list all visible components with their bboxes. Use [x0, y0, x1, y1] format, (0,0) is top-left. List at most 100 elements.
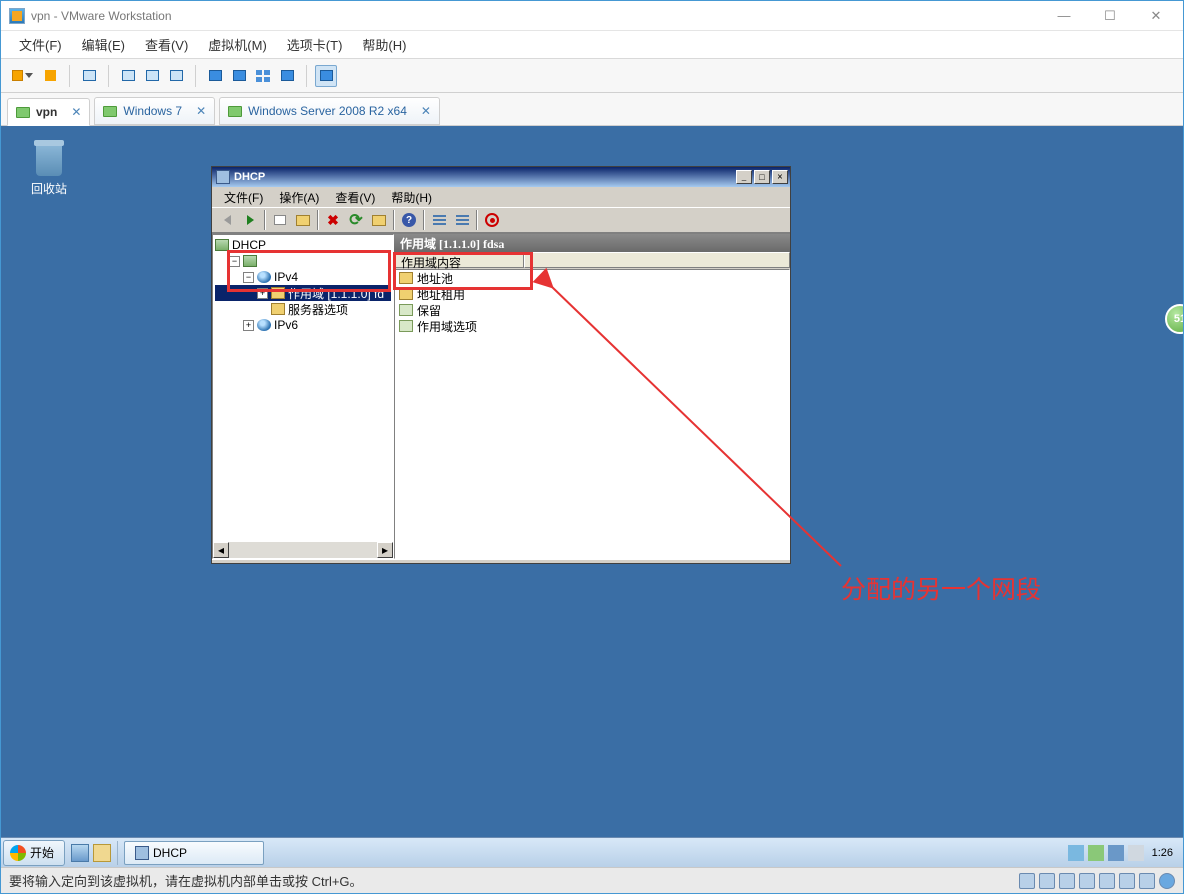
tab-vpn[interactable]: vpn ✕ [7, 98, 90, 126]
detail-button[interactable] [451, 209, 473, 231]
show-desktop-icon[interactable] [71, 844, 89, 862]
status-device-icons [1019, 873, 1175, 889]
start-button[interactable]: 开始 [3, 840, 65, 866]
list-body[interactable]: 地址池 地址租用 保留 作用域选项 [394, 269, 790, 559]
tree-ipv6[interactable]: + IPv6 [215, 317, 391, 333]
snapshot-button[interactable] [78, 65, 100, 87]
maximize-button[interactable]: □ [754, 170, 770, 184]
item-label: 地址租用 [417, 286, 465, 303]
help-button[interactable]: ? [398, 209, 420, 231]
dhcp-menubar: 文件(F) 操作(A) 查看(V) 帮助(H) [212, 187, 790, 207]
up-button[interactable] [269, 209, 291, 231]
vmware-toolbar [1, 59, 1183, 93]
scroll-right-icon[interactable]: ▸ [377, 542, 393, 558]
explorer-icon[interactable] [93, 844, 111, 862]
tray-network2-icon[interactable] [1108, 845, 1124, 861]
list-button[interactable] [428, 209, 450, 231]
item-label: 作用域选项 [417, 318, 477, 335]
edge-badge[interactable]: 51 [1165, 304, 1183, 334]
properties-button[interactable] [292, 209, 314, 231]
tab-label: vpn [36, 105, 57, 119]
guest-desktop[interactable]: 回收站 DHCP _ □ × 文件(F) 操作(A) 查看(V) 帮助(H) [1, 126, 1183, 867]
tree-h-scrollbar[interactable]: ◂ ▸ [213, 542, 393, 558]
menu-file[interactable]: 文件(F) [216, 187, 271, 208]
tab-winserver2008[interactable]: Windows Server 2008 R2 x64 ✕ [219, 97, 440, 125]
stretch-button[interactable] [315, 65, 337, 87]
tree-server[interactable]: − [215, 253, 391, 269]
snapshot-manager-button[interactable] [165, 65, 187, 87]
device-usb-icon[interactable] [1079, 873, 1095, 889]
back-button[interactable] [216, 209, 238, 231]
menu-help[interactable]: 帮助(H) [383, 187, 440, 208]
menu-tabs[interactable]: 选项卡(T) [277, 31, 353, 58]
power-button[interactable] [7, 65, 37, 87]
tab-close-icon[interactable]: ✕ [71, 105, 81, 119]
list-item[interactable]: 保留 [395, 302, 789, 318]
tab-close-icon[interactable]: ✕ [196, 104, 206, 118]
collapse-icon[interactable]: − [243, 272, 254, 283]
tab-close-icon[interactable]: ✕ [421, 104, 431, 118]
taskbar-task-dhcp[interactable]: DHCP [124, 841, 264, 865]
col-scope-contents[interactable]: 作用域内容 [394, 252, 524, 268]
maximize-button[interactable]: ☐ [1087, 2, 1133, 30]
snapshot-revert-button[interactable] [141, 65, 163, 87]
unity-button[interactable] [228, 65, 250, 87]
forward-button[interactable] [239, 209, 261, 231]
tray-volume-icon[interactable] [1128, 845, 1144, 861]
refresh-button[interactable]: ⟳ [345, 209, 367, 231]
scroll-left-icon[interactable]: ◂ [213, 542, 229, 558]
menu-view[interactable]: 查看(V) [327, 187, 383, 208]
expand-icon[interactable]: + [243, 320, 254, 331]
tree-ipv4[interactable]: − IPv4 [215, 269, 391, 285]
delete-icon: ✖ [327, 212, 339, 229]
device-hdd-icon[interactable] [1019, 873, 1035, 889]
export-button[interactable] [368, 209, 390, 231]
close-button[interactable]: × [772, 170, 788, 184]
tab-windows7[interactable]: Windows 7 ✕ [94, 97, 215, 125]
snapshot-take-button[interactable] [117, 65, 139, 87]
close-button[interactable]: ✕ [1133, 2, 1179, 30]
device-printer-icon[interactable] [1119, 873, 1135, 889]
right-pane-header: 作用域 [1.1.1.0] fdsa [394, 234, 790, 252]
menu-file[interactable]: 文件(F) [9, 31, 72, 58]
scope-icon [271, 287, 285, 299]
tree-scope-selected[interactable]: + 作用域 [1.1.1.0] fd [215, 285, 391, 301]
menu-action[interactable]: 操作(A) [271, 187, 327, 208]
recycle-bin[interactable]: 回收站 [19, 138, 79, 197]
suspend-button[interactable] [39, 65, 61, 87]
device-sound-icon[interactable] [1099, 873, 1115, 889]
tray-network-icon[interactable] [1068, 845, 1084, 861]
col-empty[interactable] [524, 252, 790, 268]
menu-edit[interactable]: 编辑(E) [72, 31, 135, 58]
tray-clock[interactable]: 1:26 [1148, 847, 1177, 859]
vmware-statusbar: 要将输入定向到该虚拟机，请在虚拟机内部单击或按 Ctrl+G。 [1, 867, 1183, 893]
device-display-icon[interactable] [1139, 873, 1155, 889]
tray-security-icon[interactable] [1088, 845, 1104, 861]
console-button[interactable] [276, 65, 298, 87]
minimize-button[interactable]: _ [736, 170, 752, 184]
list-item[interactable]: 地址租用 [395, 286, 789, 302]
tree-root[interactable]: DHCP [215, 237, 391, 253]
tree-ipv4-label: IPv4 [274, 270, 298, 284]
scroll-track[interactable] [229, 542, 377, 558]
fullscreen-button[interactable] [204, 65, 226, 87]
delete-button[interactable]: ✖ [322, 209, 344, 231]
menu-vm[interactable]: 虚拟机(M) [198, 31, 277, 58]
list-item[interactable]: 作用域选项 [395, 318, 789, 334]
menu-help[interactable]: 帮助(H) [352, 31, 416, 58]
menu-view[interactable]: 查看(V) [135, 31, 198, 58]
device-cd-icon[interactable] [1039, 873, 1055, 889]
list-item[interactable]: 地址池 [395, 270, 789, 286]
item-label: 地址池 [417, 270, 453, 287]
device-net-icon[interactable] [1059, 873, 1075, 889]
record-button[interactable] [481, 209, 503, 231]
dhcp-tree-pane[interactable]: DHCP − − IPv4 + [212, 234, 394, 559]
collapse-icon[interactable]: − [229, 256, 240, 267]
message-log-icon[interactable] [1159, 873, 1175, 889]
expand-icon[interactable]: + [257, 288, 268, 299]
thumbnail-button[interactable] [252, 65, 274, 87]
dhcp-titlebar[interactable]: DHCP _ □ × [212, 167, 790, 187]
tree-server-options[interactable]: 服务器选项 [215, 301, 391, 317]
item-label: 保留 [417, 302, 441, 319]
minimize-button[interactable]: — [1041, 2, 1087, 30]
